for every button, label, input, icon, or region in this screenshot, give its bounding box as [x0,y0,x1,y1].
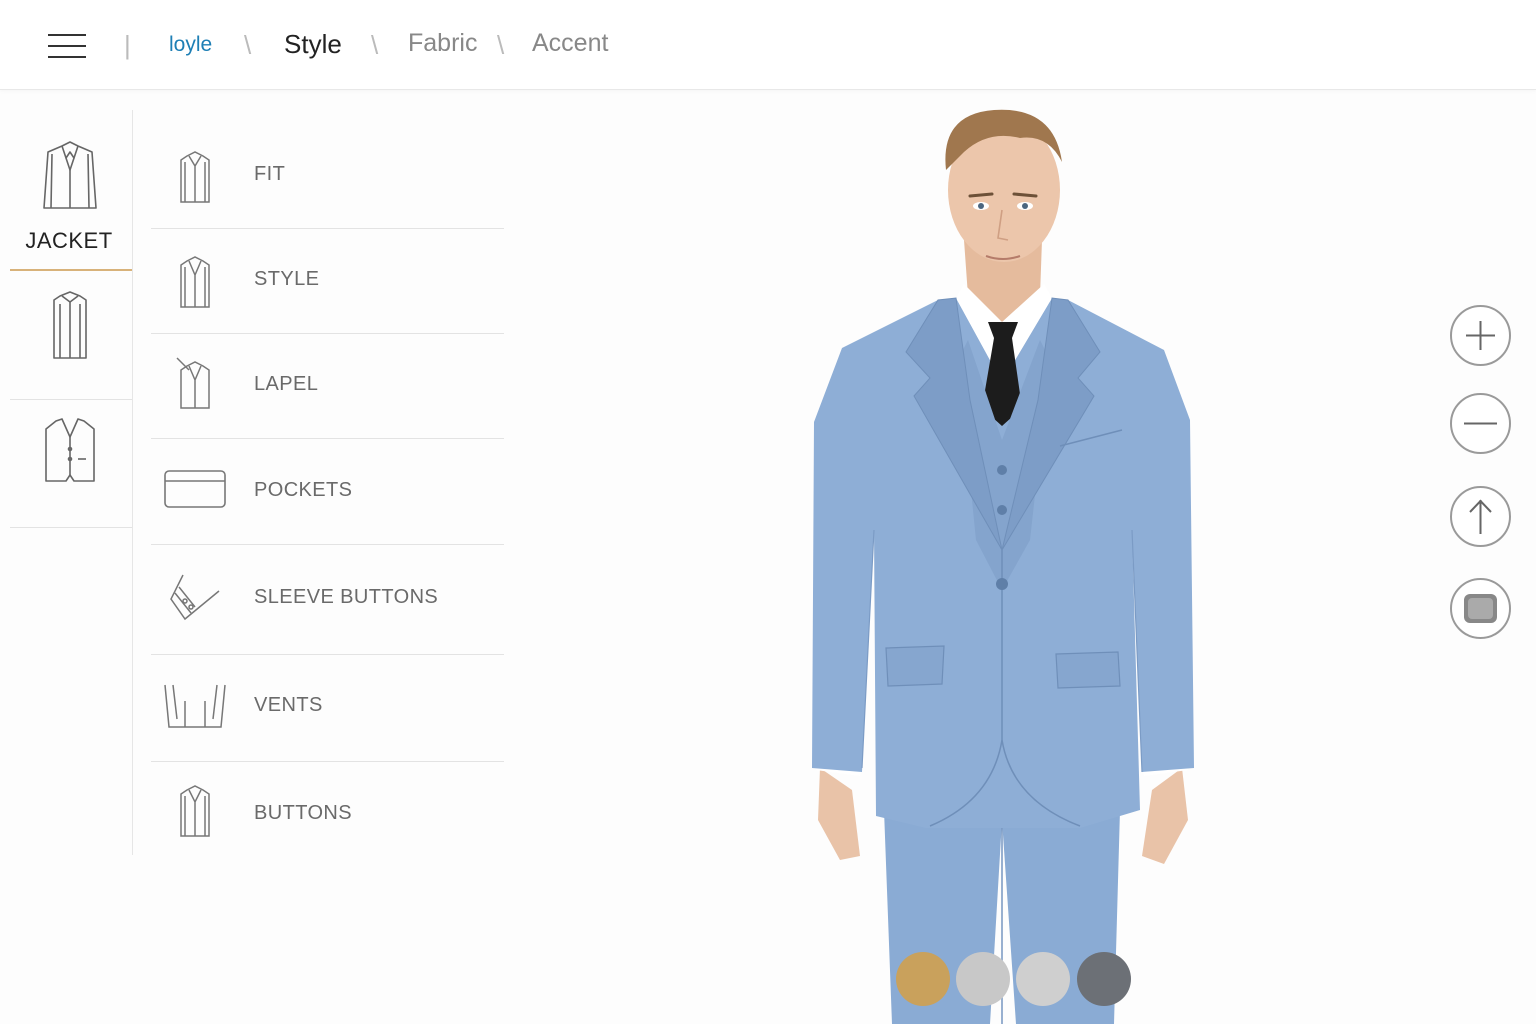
option-fit[interactable]: FIT [151,124,504,229]
brand-link[interactable]: loyle [169,33,212,57]
option-label: SLEEVE BUTTONS [254,586,439,608]
option-lapel[interactable]: LAPEL [151,334,504,439]
left-flap-pocket [885,645,945,687]
option-label: BUTTONS [254,802,352,824]
divider: | [124,30,131,60]
option-label: FIT [254,163,286,185]
option-vents[interactable]: VENTS [151,655,504,762]
rotate-button[interactable] [1450,486,1511,547]
category-jacket-label: JACKET [25,228,113,253]
option-label: VENTS [254,694,323,716]
pocket-icon [164,470,226,508]
option-label: LAPEL [254,373,319,395]
breadcrumb-accent[interactable]: Accent [532,29,608,58]
lapel-icon [176,357,210,409]
right-flap-pocket [1055,651,1121,689]
breadcrumb-separator: \ [497,30,505,60]
suit-preview [812,109,1194,1024]
breadcrumb-fabric[interactable]: Fabric [408,29,477,58]
option-sleeve-buttons[interactable]: SLEEVE BUTTONS [151,545,504,655]
vest-icon [45,418,95,482]
shirt-icon [53,291,87,359]
breadcrumb-style[interactable]: Style [284,29,342,60]
option-style[interactable]: STYLE [151,229,504,334]
jacket-outline-icon [180,151,210,203]
swatch-camel[interactable] [896,952,950,1006]
swatch-charcoal[interactable] [1077,952,1131,1006]
jacket-icon [43,141,97,209]
zoom-out-button[interactable] [1450,393,1511,454]
category-jacket[interactable]: JACKET [10,130,132,271]
sleeve-buttons-icon [170,574,220,621]
option-label: POCKETS [254,479,353,501]
vents-icon [164,684,226,728]
right-hand [1142,768,1188,864]
plus-icon [1466,321,1495,350]
menu-icon[interactable] [48,32,86,60]
breadcrumb-separator: \ [244,30,252,60]
minus-icon [1464,422,1497,425]
option-label: STYLE [254,268,320,290]
jacket-outline-icon [180,785,210,837]
breadcrumb-separator: \ [371,30,379,60]
option-buttons[interactable]: BUTTONS [151,762,504,855]
rotate-icon [1469,499,1492,534]
option-pockets[interactable]: POCKETS [151,439,504,545]
jacket-outline-icon [180,256,210,308]
category-shirt[interactable] [10,272,132,400]
swatch-silver[interactable] [1016,952,1070,1006]
top-bar: | loyle \ Style \ Fabric \ Accent [0,0,1536,90]
left-hand [818,768,860,860]
category-vest[interactable] [10,401,132,528]
fabric-swatch-icon [1464,594,1497,623]
zoom-in-button[interactable] [1450,305,1511,366]
fabric-view-button[interactable] [1450,578,1511,639]
swatch-light-grey[interactable] [956,952,1010,1006]
